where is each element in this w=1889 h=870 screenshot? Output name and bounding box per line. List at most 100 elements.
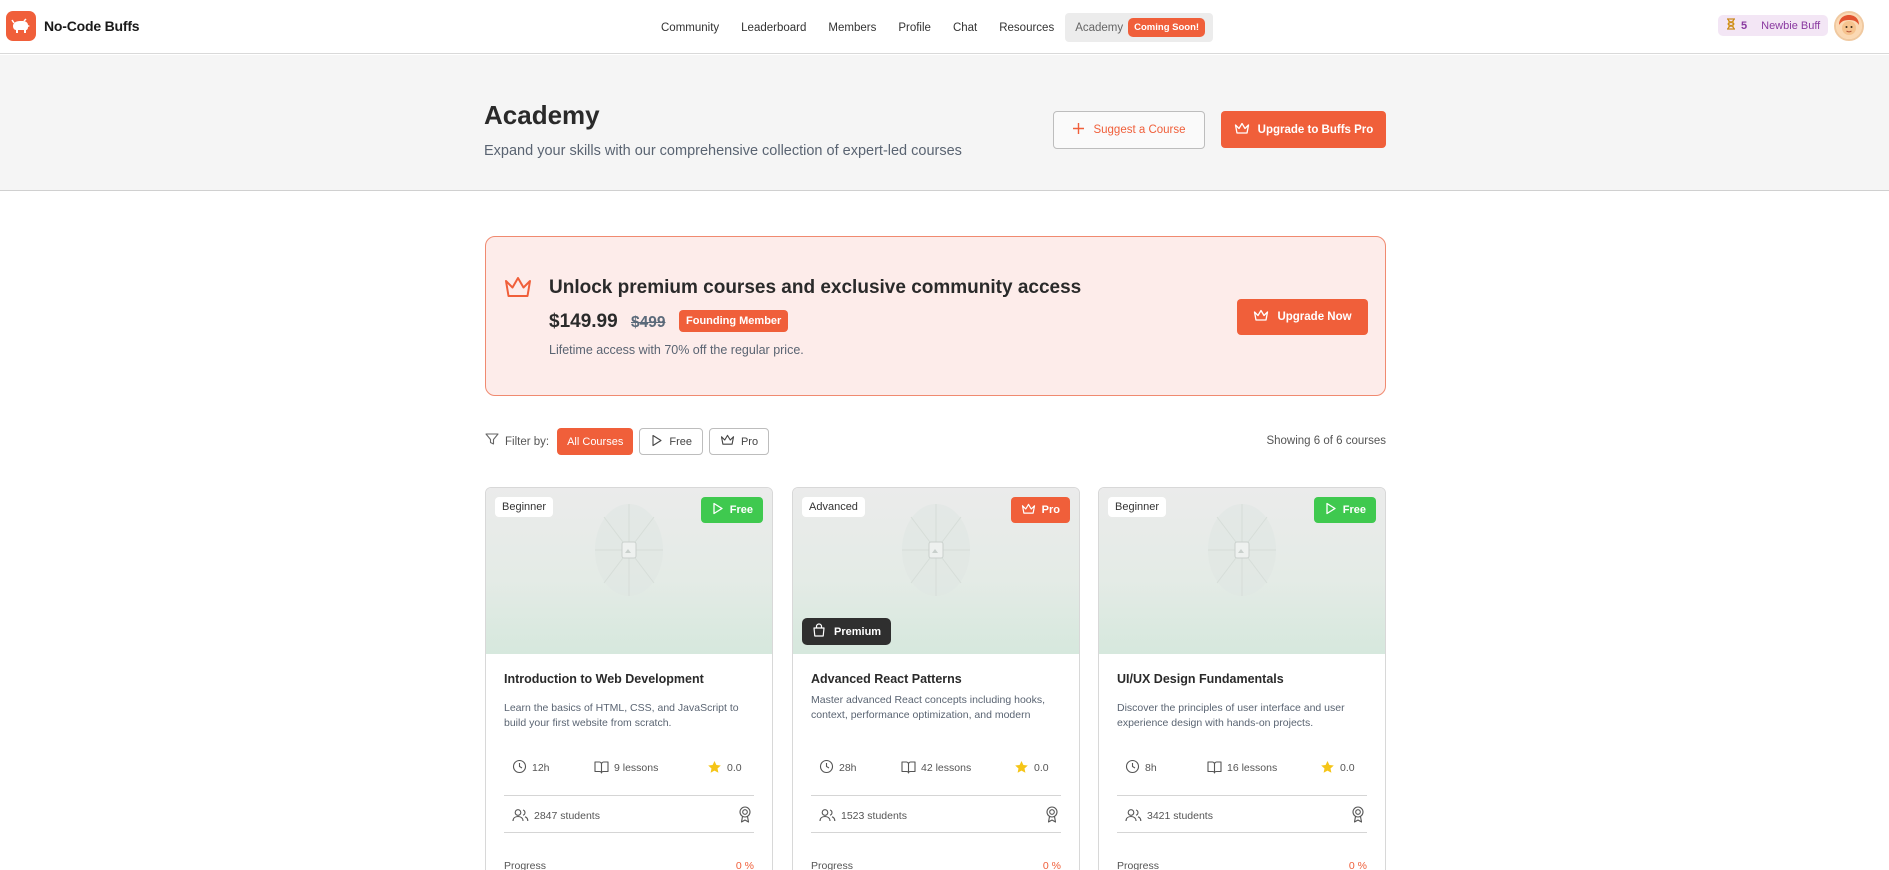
user-level-chip[interactable]: 5 Newbie Buff [1718, 15, 1829, 36]
divider [811, 795, 1061, 796]
hourglass-icon [1726, 18, 1736, 33]
book-icon [901, 760, 916, 777]
suggest-course-button[interactable]: Suggest a Course [1053, 111, 1205, 149]
book-icon [1207, 760, 1222, 777]
lessons-value: 9 lessons [614, 762, 659, 774]
filter-free[interactable]: Free [639, 428, 703, 455]
crown-icon [1021, 503, 1036, 518]
nav-item-community[interactable]: Community [650, 15, 730, 41]
duration-value: 8h [1145, 762, 1157, 774]
filter-label: Filter by: [505, 435, 550, 448]
plus-icon [1072, 122, 1085, 138]
filter-icon [485, 432, 499, 451]
course-description: Learn the basics of HTML, CSS, and JavaS… [504, 702, 739, 729]
progress-row: Progress 0 % [811, 860, 1061, 870]
nav-item-academy[interactable]: Academy Coming Soon! [1065, 13, 1214, 42]
book-icon [594, 760, 609, 777]
nav-item-leaderboard[interactable]: Leaderboard [730, 15, 817, 41]
filter-pro[interactable]: Pro [708, 428, 770, 455]
filter-pro-label: Pro [740, 435, 759, 448]
crown-icon [504, 276, 532, 305]
course-rating: 0.0 [1014, 760, 1049, 777]
course-count: Showing 6 of 6 courses [1266, 435, 1386, 447]
lessons-value: 16 lessons [1227, 762, 1278, 774]
top-navbar: No-Code Buffs Community Leaderboard Memb… [0, 0, 1889, 54]
main-nav: Community Leaderboard Members Profile Ch… [650, 13, 1214, 42]
upgrade-pro-button[interactable]: Upgrade to Buffs Pro [1221, 111, 1386, 148]
duration-value: 28h [839, 762, 857, 774]
student-count: 1523 students [819, 808, 907, 825]
nav-item-members[interactable]: Members [817, 15, 887, 41]
play-icon [650, 434, 663, 450]
upgrade-pro-label: Upgrade to Buffs Pro [1257, 123, 1374, 136]
filter-all-courses[interactable]: All Courses [557, 428, 634, 455]
course-thumbnail: Beginner Free [1099, 488, 1385, 654]
play-icon [711, 502, 724, 518]
shopping-bag-icon [812, 623, 826, 640]
progress-row: Progress 0 % [504, 860, 754, 870]
page-title: Academy [484, 100, 600, 130]
free-tag: Free [700, 497, 763, 523]
nav-item-profile[interactable]: Profile [887, 15, 942, 41]
rating-value: 0.0 [1034, 762, 1049, 774]
buffalo-logo-icon [6, 11, 36, 41]
course-title[interactable]: Introduction to Web Development [504, 672, 704, 686]
users-icon [819, 808, 836, 825]
page-header [0, 55, 1889, 191]
course-rating: 0.0 [707, 760, 742, 777]
brand-logo[interactable]: No-Code Buffs [6, 11, 140, 41]
course-card[interactable]: Beginner Free Introduction to Web Develo… [485, 487, 773, 870]
course-duration: 28h [819, 759, 901, 777]
upgrade-now-button[interactable]: Upgrade Now [1237, 299, 1368, 335]
course-lessons: 16 lessons [1207, 760, 1320, 777]
rating-value: 0.0 [727, 762, 742, 774]
avatar[interactable] [1834, 11, 1864, 41]
user-rank: Newbie Buff [1761, 19, 1821, 32]
course-title[interactable]: UI/UX Design Fundamentals [1117, 672, 1284, 686]
students-value: 2847 students [534, 810, 600, 822]
brand-name: No-Code Buffs [44, 18, 140, 34]
free-tag: Free [1313, 497, 1376, 523]
divider [504, 832, 754, 833]
course-card[interactable]: Advanced Pro Premium Advanced React Patt… [792, 487, 1080, 870]
user-level: 5 [1741, 19, 1748, 32]
level-tag: Advanced [802, 497, 865, 517]
lessons-value: 42 lessons [921, 762, 972, 774]
divider [1117, 832, 1367, 833]
nav-item-chat[interactable]: Chat [942, 15, 988, 41]
promo-old-price: $499 [631, 314, 666, 331]
course-lessons: 42 lessons [901, 760, 1014, 777]
course-meta: 8h 16 lessons 0.0 [1125, 759, 1365, 777]
divider [811, 832, 1061, 833]
star-icon [1014, 760, 1029, 777]
course-card[interactable]: Beginner Free UI/UX Design Fundamentals … [1098, 487, 1386, 870]
pro-tag: Pro [1010, 497, 1070, 523]
image-placeholder-icon [595, 504, 663, 596]
tier-label: Free [1342, 504, 1366, 516]
duration-value: 12h [532, 762, 550, 774]
course-filter-bar: Filter by: All Courses Free Pro [485, 428, 775, 455]
suggest-course-label: Suggest a Course [1093, 124, 1186, 136]
students-row: 3421 students [1125, 806, 1365, 826]
image-placeholder-icon [1208, 504, 1276, 596]
premium-tag: Premium [802, 618, 892, 645]
course-thumbnail: Beginner Free [486, 488, 772, 654]
progress-label: Progress [811, 860, 854, 870]
nav-item-resources[interactable]: Resources [988, 15, 1065, 41]
users-icon [1125, 808, 1142, 825]
promo-note: Lifetime access with 70% off the regular… [549, 343, 804, 357]
nav-item-academy-label: Academy [1075, 21, 1124, 34]
clock-icon [512, 759, 527, 777]
progress-label: Progress [504, 860, 547, 870]
student-count: 2847 students [512, 808, 600, 825]
crown-icon [1253, 309, 1269, 325]
course-description: Discover the principles of user interfac… [1117, 702, 1345, 729]
divider [504, 795, 754, 796]
course-title[interactable]: Advanced React Patterns [811, 672, 962, 686]
star-icon [1320, 760, 1335, 777]
progress-value: 0 % [1348, 860, 1367, 870]
page-subtitle: Expand your skills with our comprehensiv… [484, 143, 962, 159]
students-row: 1523 students [819, 806, 1059, 826]
tier-label: Pro [1041, 504, 1060, 516]
certificate-icon [1045, 806, 1059, 826]
